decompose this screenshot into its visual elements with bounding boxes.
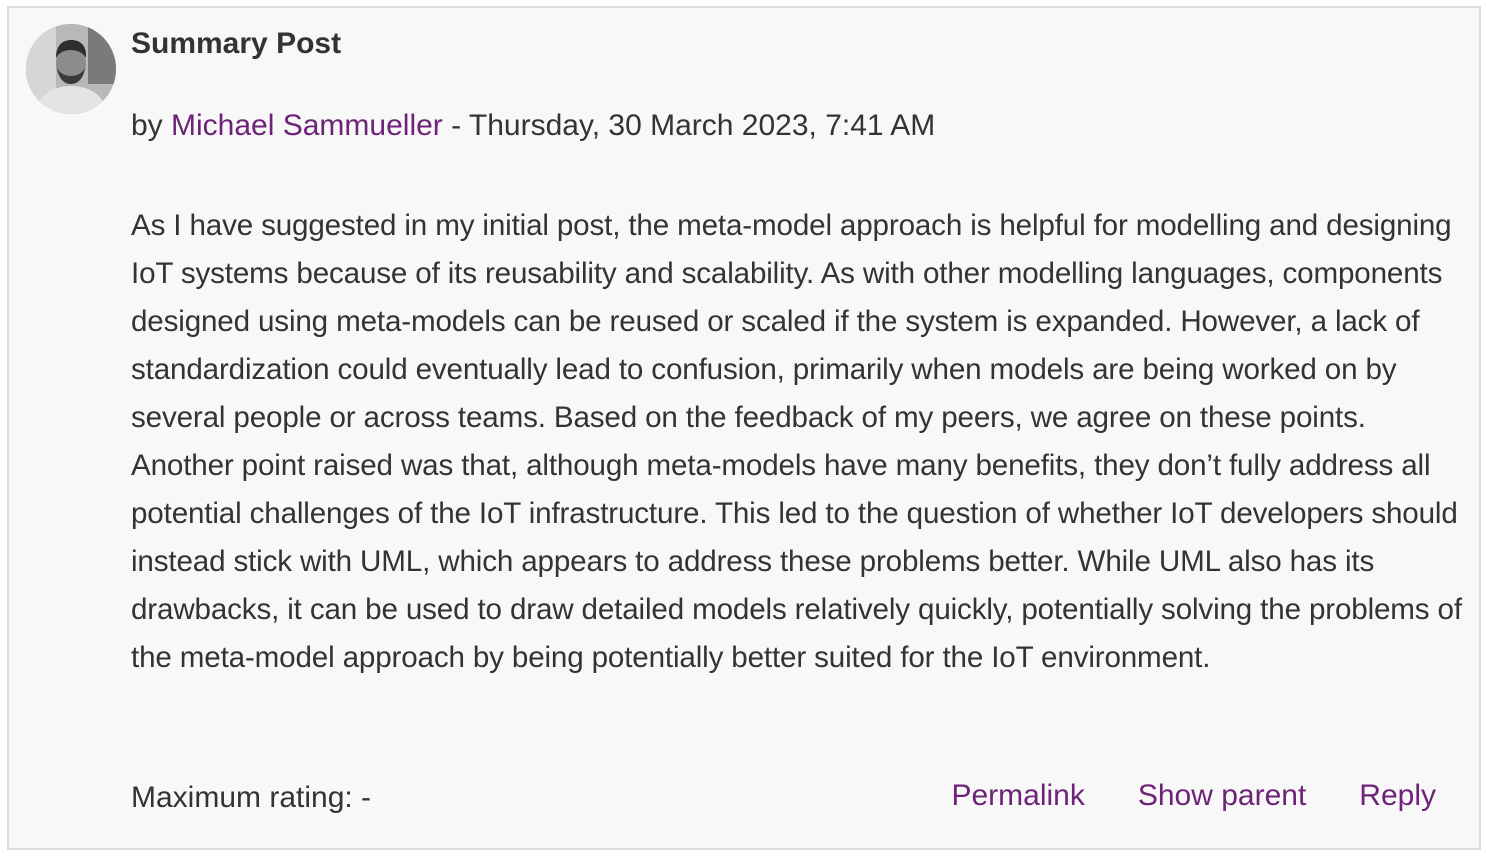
reply-link[interactable]: Reply	[1359, 778, 1436, 814]
author-avatar[interactable]	[26, 24, 116, 114]
post-date: Thursday, 30 March 2023, 7:41 AM	[468, 109, 936, 142]
rating-label: Maximum rating: -	[131, 781, 372, 814]
forum-post: Summary Post by Michael Sammueller - Thu…	[7, 6, 1481, 850]
avatar-image	[26, 24, 116, 114]
post-actions: Permalink Show parent Reply	[951, 778, 1436, 814]
show-parent-link[interactable]: Show parent	[1138, 778, 1306, 814]
post-byline: by Michael Sammueller - Thursday, 30 Mar…	[131, 108, 935, 144]
byline-prefix: by	[131, 109, 172, 142]
author-link[interactable]: Michael Sammueller	[171, 109, 443, 142]
permalink-link[interactable]: Permalink	[951, 778, 1084, 814]
post-body: As I have suggested in my initial post, …	[131, 209, 1462, 674]
post-title: Summary Post	[131, 27, 342, 60]
byline-separator: -	[442, 109, 469, 142]
